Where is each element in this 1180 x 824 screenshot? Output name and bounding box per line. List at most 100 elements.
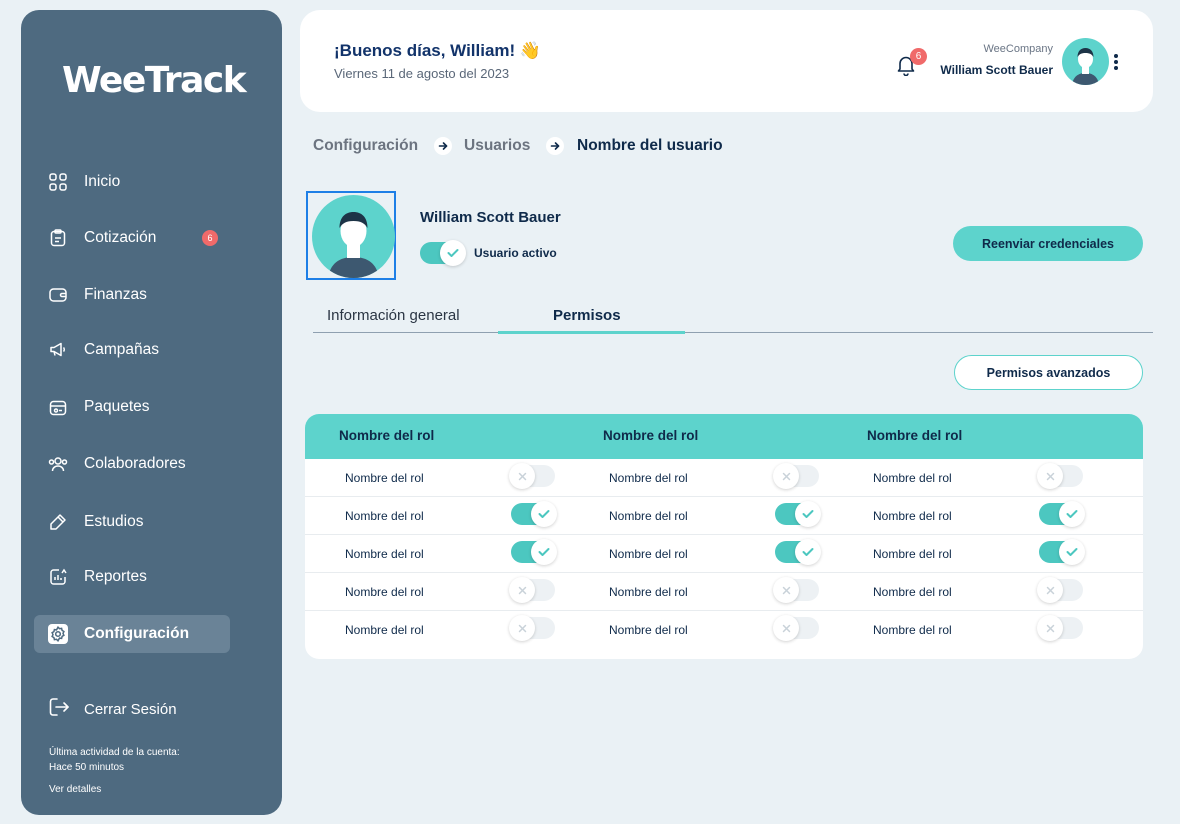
sidebar: WeeTrack Inicio Cotización 6 Finanzas Ca… [21,10,282,815]
role-name: Nombre del rol [873,585,952,599]
user-active-label: Usuario activo [474,246,557,260]
package-icon [48,397,68,417]
activity-title: Última actividad de la cuenta: [49,747,180,758]
sidebar-item-label: Cotización [84,229,157,246]
close-icon [773,577,799,603]
role-name: Nombre del rol [873,509,952,523]
header-user-name: William Scott Bauer [940,63,1053,77]
permission-toggle[interactable] [511,501,557,527]
permission-toggle[interactable] [1037,577,1083,603]
company-name: WeeCompany [983,43,1054,55]
column-header: Nombre del rol [339,428,435,443]
close-icon [1037,577,1063,603]
role-name: Nombre del rol [873,623,952,637]
view-details-link[interactable]: Ver detalles [49,784,101,795]
megaphone-icon [48,340,68,360]
table-row: Nombre del rol Nombre del rol Nombre del r… [305,573,1143,611]
check-icon [1059,539,1085,565]
check-icon [531,539,557,565]
app-logo[interactable]: WeeTrack [62,60,247,101]
permission-toggle[interactable] [509,463,555,489]
permission-toggle[interactable] [1037,463,1083,489]
permission-toggle[interactable] [773,577,819,603]
tab-informacion-general[interactable]: Información general [327,307,460,324]
check-icon [531,501,557,527]
permission-toggle[interactable] [1037,615,1083,641]
account-activity: Última actividad de la cuenta: Hace 50 m… [49,745,180,775]
sidebar-item-cotizacion[interactable]: Cotización 6 [34,219,230,257]
close-icon [509,615,535,641]
profile-avatar [312,195,395,278]
wallet-icon [48,285,68,305]
sidebar-item-estudios[interactable]: Estudios [34,503,230,541]
sidebar-item-label: Reportes [84,568,147,585]
permission-toggle[interactable] [511,539,557,565]
role-name: Nombre del rol [873,471,952,485]
sidebar-item-finanzas[interactable]: Finanzas [34,276,230,314]
role-name: Nombre del rol [345,585,424,599]
role-name: Nombre del rol [609,585,688,599]
role-name: Nombre del rol [345,547,424,561]
permission-toggle[interactable] [775,539,821,565]
permission-toggle[interactable] [775,501,821,527]
activity-value: Hace 50 minutos [49,762,125,773]
top-header: ¡Buenos días, William! 👋 Viernes 11 de a… [300,10,1153,112]
tabs-divider [313,332,1153,333]
sidebar-item-label: Configuración [84,625,190,642]
role-name: Nombre del rol [609,623,688,637]
sidebar-item-reportes[interactable]: Reportes [34,558,230,596]
tab-permisos[interactable]: Permisos [553,307,621,324]
breadcrumb-current: Nombre del usuario [577,137,723,154]
role-name: Nombre del rol [873,547,952,561]
current-date: Viernes 11 de agosto del 2023 [334,66,510,81]
report-icon [48,567,68,587]
permission-toggle[interactable] [1039,539,1085,565]
permission-toggle[interactable] [509,577,555,603]
table-row: Nombre del rol Nombre del rol Nombre del r… [305,459,1143,497]
sidebar-item-inicio[interactable]: Inicio [34,163,230,201]
resend-credentials-button[interactable]: Reenviar credenciales [953,226,1143,261]
close-icon [1037,463,1063,489]
permission-toggle[interactable] [509,615,555,641]
profile-photo-frame[interactable] [306,191,396,280]
sidebar-item-paquetes[interactable]: Paquetes [34,388,230,426]
notification-badge: 6 [910,48,927,65]
sidebar-item-campanas[interactable]: Campañas [34,331,230,369]
close-icon [773,463,799,489]
permission-toggle[interactable] [1039,501,1085,527]
user-active-toggle[interactable] [420,240,466,266]
sidebar-item-configuracion[interactable]: Configuración [34,615,230,653]
close-icon [1037,615,1063,641]
advanced-permissions-button[interactable]: Permisos avanzados [954,355,1143,390]
profile-name: William Scott Bauer [420,209,561,226]
role-name: Nombre del rol [345,471,424,485]
role-name: Nombre del rol [609,509,688,523]
users-icon [48,454,68,474]
permission-toggle[interactable] [773,615,819,641]
permission-toggle[interactable] [773,463,819,489]
close-icon [509,577,535,603]
arrow-right-icon [434,137,452,155]
breadcrumb-usuarios[interactable]: Usuarios [464,137,530,155]
table-row: Nombre del rol Nombre del rol Nombre del r… [305,535,1143,573]
more-options-icon[interactable] [1112,52,1120,72]
cotizacion-badge: 6 [202,230,218,246]
breadcrumb-configuracion[interactable]: Configuración [313,137,418,155]
role-name: Nombre del rol [345,509,424,523]
sidebar-item-label: Finanzas [84,286,147,303]
role-name: Nombre del rol [345,623,424,637]
sidebar-item-label: Inicio [84,173,121,190]
table-row: Nombre del rol Nombre del rol Nombre del r… [305,611,1143,649]
check-icon [795,539,821,565]
clipboard-icon [48,228,68,248]
avatar[interactable] [1062,38,1109,85]
active-tab-indicator [498,331,685,334]
grid-icon [48,172,68,192]
gear-icon [48,624,68,644]
sidebar-item-colaboradores[interactable]: Colaboradores [34,445,230,483]
logout-button[interactable]: Cerrar Sesión [48,696,177,723]
logout-label: Cerrar Sesión [84,701,177,718]
sidebar-item-label: Campañas [84,341,159,358]
check-icon [795,501,821,527]
greeting: ¡Buenos días, William! 👋 [334,41,542,60]
